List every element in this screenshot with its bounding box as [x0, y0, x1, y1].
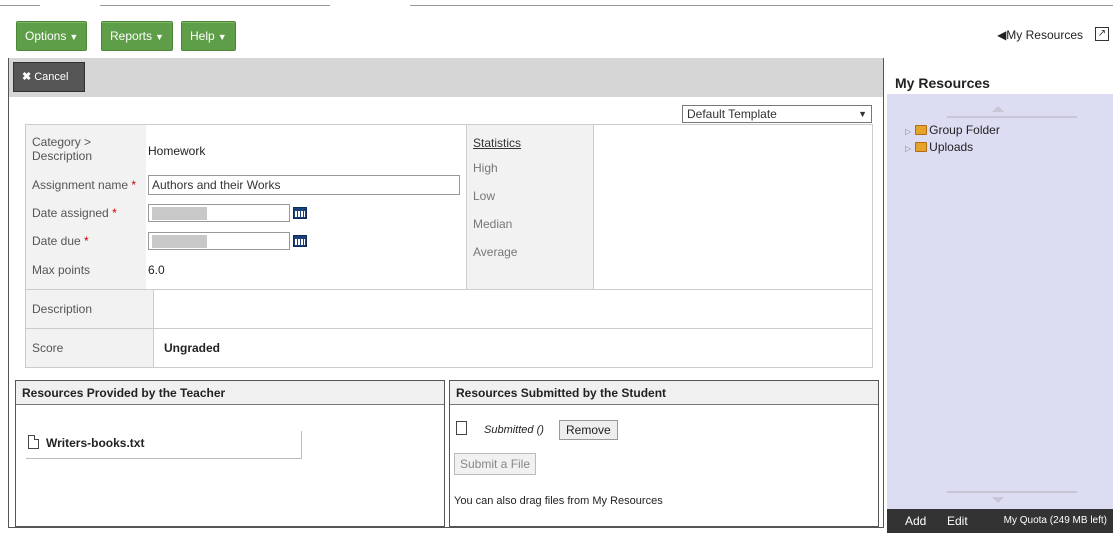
scroll-down-icon[interactable]	[992, 497, 1004, 503]
template-select[interactable]: Default Template ▼	[682, 105, 872, 123]
dropdown-arrow-icon: ▼	[858, 109, 867, 119]
options-menu-button[interactable]: Options ▼	[16, 21, 88, 51]
top-menu-bar: Options ▼ Reports ▼ Help ▼ ◀My Resources ↗	[0, 6, 1113, 56]
student-resources-title: Resources Submitted by the Student	[450, 381, 878, 405]
score-label: Score	[26, 329, 154, 367]
statistics-title[interactable]: Statistics	[473, 136, 521, 150]
scroll-up-icon[interactable]	[992, 106, 1004, 112]
assignment-name-text: Assignment name	[32, 178, 129, 192]
my-resources-footer: Add Edit My Quota (249 MB left)	[887, 509, 1113, 533]
date-assigned-text: Date assigned	[32, 206, 109, 220]
required-mark: *	[84, 234, 89, 248]
submit-file-button[interactable]: Submit a File	[454, 453, 537, 475]
tree-item-group-folder[interactable]: ▷ Group Folder	[905, 123, 1000, 137]
assignment-name-input[interactable]: Authors and their Works	[148, 175, 460, 195]
tree-item-label: Uploads	[929, 140, 974, 154]
required-mark: *	[112, 206, 117, 220]
assignment-detail-frame: ✖ Cancel Default Template ▼ Category > De…	[8, 58, 884, 528]
quota-text: My Quota (249 MB left)	[1003, 515, 1107, 526]
description-label: Description	[26, 290, 154, 328]
scroll-divider	[947, 491, 1077, 493]
drag-hint: You can also drag files from My Resource…	[454, 495, 663, 507]
tree-item-label: Group Folder	[929, 123, 1000, 137]
file-icon	[456, 421, 467, 435]
close-icon: ✖	[22, 71, 32, 83]
reports-menu-button[interactable]: Reports ▼	[101, 21, 173, 51]
reports-label: Reports	[110, 29, 153, 43]
teacher-file-item[interactable]: Writers-books.txt	[26, 431, 302, 459]
help-label: Help	[190, 29, 215, 43]
my-resources-panel: My Resources ▷ Group Folder ▷ Uploads Add …	[887, 58, 1113, 533]
tree-item-uploads[interactable]: ▷ Uploads	[905, 140, 973, 154]
cancel-label: Cancel	[34, 71, 69, 83]
help-menu-button[interactable]: Help ▼	[181, 21, 236, 51]
assignment-name-label: Assignment name *	[32, 178, 136, 192]
teacher-resources-title: Resources Provided by the Teacher	[16, 381, 444, 405]
category-value: Homework	[148, 144, 206, 158]
caret-down-icon: ▼	[217, 32, 227, 42]
toolbar: ✖ Cancel	[9, 58, 883, 97]
submitted-status: Submitted ()	[484, 424, 544, 436]
category-label: Category > Description	[32, 135, 93, 163]
calendar-icon[interactable]	[293, 207, 307, 219]
expand-triangle-icon[interactable]: ▷	[905, 144, 911, 153]
date-assigned-label: Date assigned *	[32, 206, 117, 220]
stat-high-label: High	[473, 161, 498, 175]
score-value: Ungraded	[164, 341, 221, 355]
caret-down-icon: ▼	[69, 32, 79, 42]
redacted-value	[152, 207, 207, 220]
teacher-file-name[interactable]: Writers-books.txt	[46, 436, 144, 450]
add-button[interactable]: Add	[905, 514, 926, 528]
expand-triangle-icon[interactable]: ▷	[905, 127, 911, 136]
max-points-value: 6.0	[148, 263, 165, 277]
file-icon	[28, 435, 39, 449]
student-resources-panel: Resources Submitted by the Student Submi…	[449, 380, 879, 527]
stat-low-label: Low	[473, 189, 496, 203]
stat-average-label: Average	[473, 245, 518, 259]
edit-button[interactable]: Edit	[947, 514, 968, 528]
assignment-form: Category > Description Homework Assignme…	[25, 124, 873, 368]
scroll-divider	[947, 116, 1077, 118]
date-due-text: Date due	[32, 234, 81, 248]
redacted-value	[152, 235, 207, 248]
folder-icon	[915, 125, 928, 135]
options-label: Options	[25, 29, 67, 43]
date-due-input[interactable]	[148, 232, 290, 250]
caret-down-icon: ▼	[155, 32, 164, 42]
stat-median-label: Median	[473, 217, 513, 231]
date-due-label: Date due *	[32, 234, 89, 248]
template-selected-value: Default Template	[687, 107, 777, 121]
folder-icon	[915, 142, 928, 152]
date-assigned-input[interactable]	[148, 204, 290, 222]
remove-button[interactable]: Remove	[559, 420, 618, 440]
popout-icon[interactable]: ↗	[1095, 27, 1109, 41]
max-points-label: Max points	[32, 263, 91, 277]
teacher-resources-panel: Resources Provided by the Teacher Writer…	[15, 380, 445, 527]
cancel-button[interactable]: ✖ Cancel	[13, 62, 85, 92]
required-mark: *	[131, 178, 137, 192]
calendar-icon[interactable]	[293, 235, 307, 247]
my-resources-toggle-link[interactable]: ◀My Resources	[997, 28, 1083, 42]
statistics-column: Statistics High Low Median Average	[466, 125, 594, 290]
my-resources-title: My Resources	[887, 58, 1113, 94]
